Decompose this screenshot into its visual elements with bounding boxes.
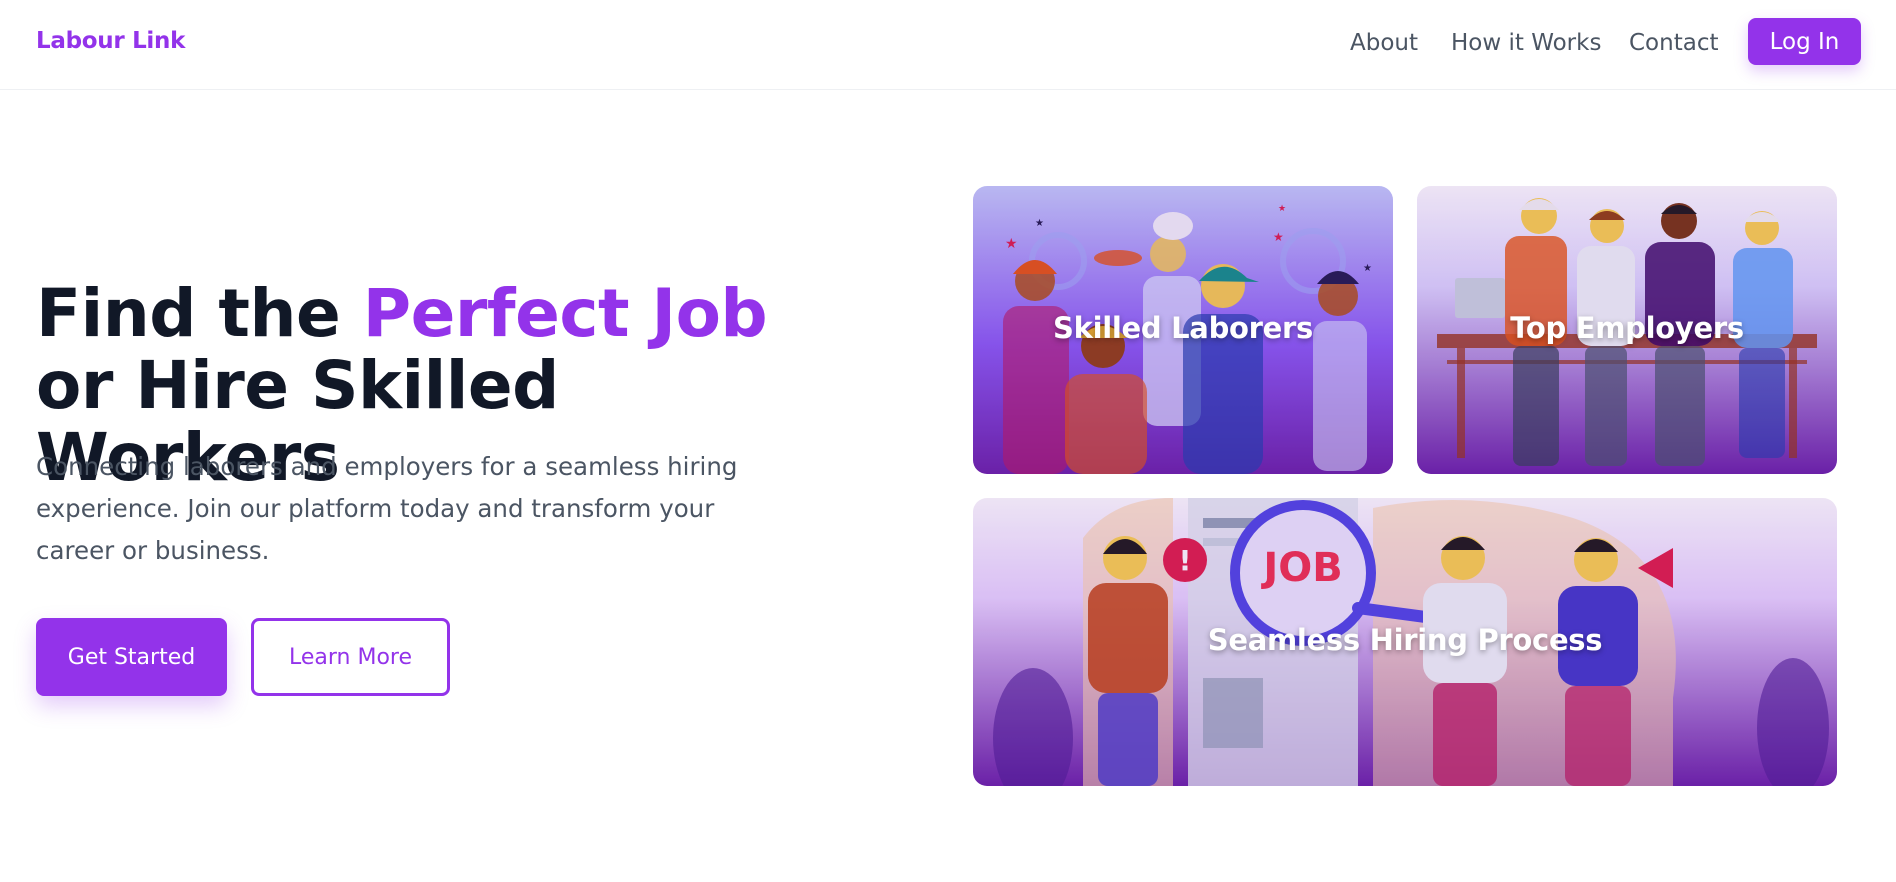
brand-logo[interactable]: Labour Link <box>36 28 185 54</box>
card-skilled-laborers[interactable]: ★ ★ ★ ★ ★ Skilled Laborers <box>973 186 1393 474</box>
card-label-top-employers: Top Employers <box>1510 311 1744 345</box>
nav-link-about[interactable]: About <box>1350 30 1418 56</box>
card-top-employers[interactable]: Top Employers <box>1417 186 1837 474</box>
card-label-skilled-laborers: Skilled Laborers <box>1053 311 1313 345</box>
login-button[interactable]: Log In <box>1748 18 1861 65</box>
nav-link-contact[interactable]: Contact <box>1629 30 1718 56</box>
job-sign-text: JOB <box>1263 545 1343 591</box>
hero-description: Connecting laborers and employers for a … <box>36 452 738 565</box>
hero-title-accent: Perfect Job <box>362 275 768 352</box>
learn-more-button[interactable]: Learn More <box>251 618 450 696</box>
card-seamless-hiring[interactable]: ! JOB Seamless Hiring Process <box>973 498 1837 786</box>
navbar: Labour Link About How it Works Contact L… <box>0 0 1896 90</box>
nav-link-how-it-works[interactable]: How it Works <box>1451 30 1601 56</box>
hero-title-part1: Find the <box>36 275 363 352</box>
card-label-seamless-hiring: Seamless Hiring Process <box>1207 623 1603 657</box>
get-started-button[interactable]: Get Started <box>36 618 227 696</box>
